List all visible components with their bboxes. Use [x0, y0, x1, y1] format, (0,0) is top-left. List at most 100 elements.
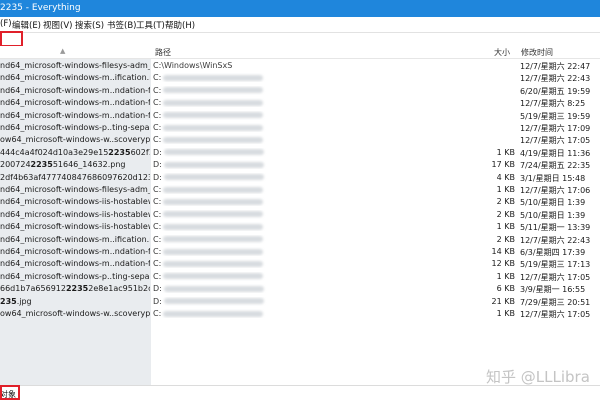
- table-row[interactable]: 235.jpg D: 21 KB 7/29/星期三 20:51: [0, 296, 600, 308]
- row-name: nd64_microsoft-windows-m..ndation-fra...: [0, 98, 150, 108]
- row-path: C:: [153, 197, 483, 206]
- row-path: C:: [153, 259, 483, 268]
- table-row[interactable]: nd64_microsoft-windows-m..ndation-fra...…: [0, 246, 600, 258]
- row-size: 21 KB: [491, 296, 515, 306]
- row-name: ow64_microsoft-windows-w..scoverypro...: [0, 135, 150, 145]
- row-size: 2 KB: [496, 234, 515, 244]
- column-header: ▲ 路径 大小 修改时间: [0, 46, 600, 59]
- row-path: C:: [153, 111, 483, 120]
- table-row[interactable]: nd64_microsoft-windows-filesys-adm_31...…: [0, 184, 600, 196]
- status-bar: 对象: [0, 385, 600, 401]
- watermark: 知乎 @LLLibra: [486, 368, 590, 386]
- row-modified: 12/7/星期六 17:05: [520, 272, 591, 282]
- row-path: C:: [153, 309, 483, 318]
- row-modified: 12/7/星期六 8:25: [520, 99, 586, 109]
- menu-tools[interactable]: 工具(T): [136, 19, 165, 31]
- row-size: 1 KB: [496, 222, 515, 232]
- redacted-path-blur: [163, 236, 264, 243]
- row-path: D:: [153, 148, 483, 157]
- highlight-status-box: [0, 385, 20, 400]
- row-modified: 3/9/星期一 16:55: [520, 285, 586, 295]
- row-size: 14 KB: [491, 247, 515, 256]
- row-modified: 3/1/星期日 15:48: [520, 173, 586, 183]
- row-path: C:: [153, 98, 483, 107]
- menu-bookmarks[interactable]: 书签(B): [107, 19, 136, 31]
- row-name: nd64_microsoft-windows-filesys-adm_31...: [0, 185, 150, 194]
- redacted-path-blur: [163, 161, 264, 168]
- row-size: 1 KB: [496, 271, 515, 281]
- table-row[interactable]: nd64_microsoft-windows-m..ndation-fra...…: [0, 97, 600, 109]
- row-path: C:: [153, 247, 483, 256]
- row-name: 2df4b63af477740847686097620d1235...: [0, 172, 150, 182]
- table-row[interactable]: nd64_microsoft-windows-m..ndation-fra...…: [0, 85, 600, 97]
- redacted-path-blur: [163, 285, 264, 292]
- menu-bar: (F) 编辑(E) 视图(V) 搜索(S) 书签(B) 工具(T) 帮助(H): [0, 17, 600, 32]
- row-modified: 5/10/星期日 1:39: [520, 198, 586, 208]
- table-row[interactable]: 66d1b7a65691222352e8e1ac951b2c63e...D: 6 …: [0, 283, 600, 295]
- row-path: C:: [153, 135, 483, 144]
- table-row[interactable]: nd64_microsoft-windows-m..ification.reso…: [0, 72, 600, 84]
- row-path: C:: [153, 235, 483, 244]
- column-modified[interactable]: 修改时间: [521, 47, 553, 58]
- row-path: C:: [153, 86, 483, 95]
- row-path: C:: [153, 185, 483, 194]
- table-row[interactable]: nd64_microsoft-windows-m..ndation-fra...…: [0, 110, 600, 122]
- menu-help[interactable]: 帮助(H): [165, 19, 195, 31]
- redacted-path-blur: [163, 260, 264, 267]
- table-row[interactable]: nd64_microsoft-windows-m..ndation-fra...…: [0, 258, 600, 270]
- redacted-path-blur: [163, 310, 264, 317]
- table-row[interactable]: nd64_microsoft-windows-filesys-adm_31...…: [0, 60, 600, 72]
- row-modified: 12/7/星期六 17:09: [520, 124, 591, 133]
- table-row[interactable]: ow64_microsoft-windows-w..scoverypro... C…: [0, 308, 600, 320]
- row-name: nd64_microsoft-windows-iis-hostablewe...: [0, 209, 150, 219]
- title-bar: 2235 - Everything: [0, 0, 600, 17]
- row-size: 1 KB: [496, 309, 515, 318]
- redacted-path-blur: [163, 74, 264, 81]
- search-input[interactable]: [0, 34, 596, 45]
- row-modified: 5/10/星期日 1:39: [520, 210, 586, 220]
- row-path: C:: [153, 222, 483, 231]
- menu-file[interactable]: (F): [0, 19, 12, 29]
- menu-view[interactable]: 视图(V): [43, 19, 72, 31]
- row-path: C:: [153, 123, 483, 132]
- redacted-path-blur: [163, 87, 264, 94]
- row-modified: 6/20/星期五 19:59: [520, 86, 591, 96]
- row-name: 235.jpg: [0, 296, 32, 306]
- row-size: 1 KB: [496, 185, 515, 194]
- redacted-path-blur: [163, 198, 264, 205]
- row-name: nd64_microsoft-windows-filesys-adm_31...: [0, 61, 150, 70]
- row-size: 6 KB: [496, 284, 515, 294]
- table-row[interactable]: 200724223551646_14632.png D: 17 KB 7/24/星期五…: [0, 159, 600, 171]
- table-row[interactable]: 444c4a4f024d10a3e29e152235602f180...D: 1 …: [0, 147, 600, 159]
- row-name: 200724223551646_14632.png: [0, 160, 126, 170]
- table-row[interactable]: nd64_microsoft-windows-p..ting-separat..…: [0, 122, 600, 134]
- redacted-path-blur: [163, 112, 264, 119]
- redacted-path-blur: [163, 223, 264, 230]
- table-row[interactable]: nd64_microsoft-windows-iis-hostablewe...…: [0, 196, 600, 208]
- table-row[interactable]: 2df4b63af477740847686097620d1235... D: 4 K…: [0, 172, 600, 184]
- menu-search[interactable]: 搜索(S): [75, 19, 104, 31]
- row-modified: 12/7/星期六 17:05: [520, 136, 591, 146]
- row-modified: 6/3/星期四 17:39: [520, 248, 586, 257]
- row-name: nd64_microsoft-windows-iis-hostablewe...: [0, 197, 150, 207]
- redacted-path-blur: [163, 149, 264, 156]
- row-path: C:: [153, 272, 483, 281]
- table-row[interactable]: ow64_microsoft-windows-w..scoverypro... C…: [0, 134, 600, 146]
- redacted-path-blur: [163, 298, 264, 305]
- row-modified: 12/7/星期六 22:43: [520, 74, 591, 84]
- redacted-path-blur: [163, 248, 264, 255]
- redacted-path-blur: [163, 273, 264, 280]
- row-path: C:: [153, 73, 483, 82]
- row-name: ow64_microsoft-windows-w..scoverypro...: [0, 309, 150, 318]
- row-size: 2 KB: [496, 209, 515, 219]
- column-size[interactable]: 大小: [494, 47, 510, 58]
- redacted-path-blur: [163, 174, 264, 181]
- row-size: 4 KB: [496, 172, 515, 182]
- table-row[interactable]: nd64_microsoft-windows-iis-hostablewe...…: [0, 221, 600, 233]
- row-modified: 12/7/星期六 17:06: [520, 186, 591, 195]
- table-row[interactable]: nd64_microsoft-windows-m..ification.reso…: [0, 234, 600, 246]
- column-path[interactable]: 路径: [155, 47, 171, 58]
- menu-edit[interactable]: 编辑(E): [12, 19, 41, 31]
- table-row[interactable]: nd64_microsoft-windows-iis-hostablewe...…: [0, 209, 600, 221]
- table-row[interactable]: nd64_microsoft-windows-p..ting-separat..…: [0, 271, 600, 283]
